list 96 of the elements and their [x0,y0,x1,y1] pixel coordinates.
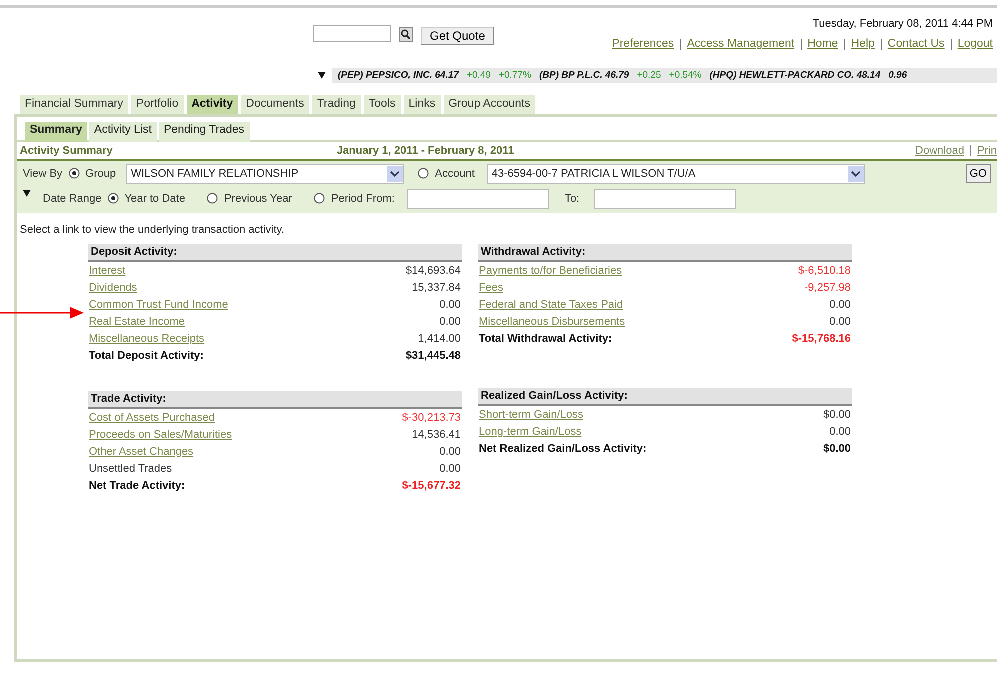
radio-button[interactable] [108,193,119,204]
separator-bar [844,38,846,50]
amount-value: $0.00 [823,442,851,454]
amount-value: $-6,510.18 [798,264,851,276]
amount-value: 0.00 [440,316,461,328]
activity-link[interactable]: Interest [89,264,126,276]
action-link[interactable]: Download [916,144,964,156]
from-date-field[interactable] [406,188,549,208]
triangle-icon[interactable] [318,72,326,79]
activity-link[interactable]: Federal and State Taxes Paid [479,298,624,310]
separator-bar [680,38,682,50]
section-header: Withdrawal Activity: [478,244,852,262]
date-time: Tuesday, February 08, 2011 4:44 PM [812,18,993,30]
section-header: Realized Gain/Loss Activity: [478,388,852,406]
radio-button[interactable] [68,168,80,179]
activity-link[interactable]: Long-term Gain/Loss [479,426,582,438]
quote-field[interactable] [313,25,391,42]
radio-label: Year to Date [124,192,186,204]
amount-value: $-15,677.32 [402,480,461,492]
triangle-icon[interactable] [23,190,31,197]
activity-link[interactable]: Other Asset Changes [89,446,194,458]
nav-link[interactable]: Preferences [612,38,674,50]
section-title: Activity Summary [20,144,113,156]
amount-value: $14,693.64 [406,264,461,276]
action-link[interactable]: Prin [977,144,997,156]
sub-tab[interactable]: Pending Trades [158,122,250,142]
get-quote-button[interactable]: Get Quote [421,27,494,45]
nav-tab[interactable]: Portfolio [131,95,184,114]
activity-link[interactable]: Miscellaneous Receipts [89,332,205,344]
nav-link[interactable]: Access Management [687,38,795,50]
activity-link[interactable]: Miscellaneous Disbursements [479,316,626,328]
account-dropdown[interactable]: 43-6594-00-7 PATRICIA L WILSON T/U/A [486,164,865,184]
amount-value: $0.00 [823,408,851,420]
amount-value: 0.00 [830,316,851,328]
nav-link[interactable]: Home [808,38,838,50]
amount-value: 1,414.00 [418,332,461,344]
total-label: Total Deposit Activity: [89,350,204,362]
amount-value: 0.00 [440,446,461,458]
go-button[interactable]: GO [966,164,991,183]
total-label: Total Withdrawal Activity: [479,332,612,344]
separator-bar [800,38,802,50]
amount-value: -9,257.98 [804,282,851,294]
date-range-text: January 1, 2011 - February 8, 2011 [336,144,514,156]
radio-label: Account [435,168,475,180]
group-dropdown[interactable]: WILSON FAMILY RELATIONSHIP [126,164,404,184]
search-icon[interactable] [399,27,413,42]
nav-tab[interactable]: Financial Summary [20,95,128,114]
activity-link[interactable]: Real Estate Income [89,316,185,328]
amount-value: 0.00 [440,298,461,310]
radio-button[interactable] [314,193,326,204]
activity-link[interactable]: Cost of Assets Purchased [89,412,215,424]
total-label: Net Realized Gain/Loss Activity: [479,442,647,454]
section-header: Trade Activity: [88,391,462,409]
activity-link[interactable]: Payments to/for Beneficiaries [479,264,622,276]
amount-value: 14,536.41 [412,428,461,440]
field-label: Date Range [43,192,102,204]
section-header: Deposit Activity: [88,244,462,262]
separator-bar [950,38,952,50]
total-label: Net Trade Activity: [89,480,186,492]
field-label: To: [564,192,580,204]
nav-tab[interactable]: Links [404,95,441,114]
row-label: Unsettled Trades [89,462,172,474]
radio-label: Group [86,168,116,180]
nav-link[interactable]: Help [851,38,875,50]
sub-tab[interactable]: Summary [25,122,88,142]
radio-label: Period From: [331,192,395,204]
activity-link[interactable]: Common Trust Fund Income [89,298,228,310]
nav-tab[interactable]: Tools [364,95,401,114]
activity-link[interactable]: Short-term Gain/Loss [479,408,584,420]
amount-value: $31,445.48 [406,350,461,362]
amount-value: $-15,768.16 [792,332,851,344]
amount-value: 15,337.84 [412,282,461,294]
nav-tab[interactable]: Documents [241,95,310,114]
sub-tab[interactable]: Activity List [89,122,157,142]
separator-bar [880,38,882,50]
stock-ticker: (PEP) PEPSICO, INC. 64.17 +0.49 +0.77% (BP) BP P.L.C. 46.79 +0.25 +0.54% (HPQ) HEWLETT-PACKARD CO. 48.14 0.96 [332,68,997,83]
to-date-field[interactable] [594,188,736,208]
activity-link[interactable]: Fees [479,282,504,294]
radio-button[interactable] [207,193,218,204]
field-label: View By [23,168,63,180]
amount-value: $-30,213.73 [402,412,461,424]
separator-bar [970,145,972,156]
amount-value: 0.00 [830,426,851,438]
nav-link[interactable]: Logout [958,38,993,50]
radio-label: Previous Year [224,192,292,204]
nav-tab[interactable]: Activity [186,95,238,114]
nav-tab[interactable]: Group Accounts [444,95,536,114]
nav-link[interactable]: Contact Us [888,38,945,50]
radio-button[interactable] [418,168,430,179]
nav-tab[interactable]: Trading [312,95,361,114]
instruction-text: Select a link to view the underlying transaction activity. [19,223,286,236]
activity-link[interactable]: Proceeds on Sales/Maturities [89,428,232,440]
activity-link[interactable]: Dividends [89,282,138,294]
arrow-icon [0,306,84,320]
amount-value: 0.00 [830,298,851,310]
amount-value: 0.00 [440,462,461,474]
